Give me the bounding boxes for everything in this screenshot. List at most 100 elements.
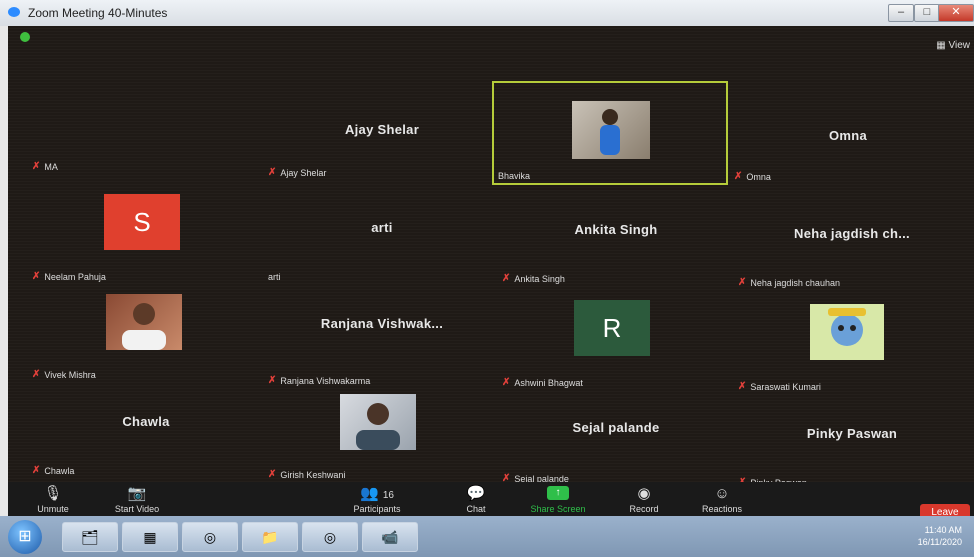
clock-time: 11:40 AM [924, 525, 962, 535]
taskbar-chrome-icon-2[interactable]: ◎ [302, 522, 358, 552]
participant-tile-arti[interactable]: arti arti [264, 186, 500, 290]
meeting-toolbar: 🎙 Unmute 📷 Start Video 👥 16 Participants… [8, 482, 974, 522]
muted-mic-icon: ✗ [734, 171, 743, 182]
participant-tile-ashwini[interactable]: R ✗ Ashwini Bhagwat [498, 290, 734, 394]
windows-taskbar: ⊞ 🗂 ▦ ◎ 📁 ◎ 📹 11:40 AM 16/11/2020 [0, 516, 974, 557]
share-screen-icon: ↑ [547, 486, 569, 500]
minimize-button[interactable]: – [888, 4, 914, 22]
participant-name-large: Ranjana Vishwak... [320, 316, 444, 331]
taskbar-excel-icon[interactable]: ▦ [122, 522, 178, 552]
taskbar-explorer-icon[interactable]: 🗂 [62, 522, 118, 552]
participant-footer: ✗ MA [32, 161, 58, 172]
muted-mic-icon: ✗ [738, 277, 747, 288]
participants-count: 16 [382, 490, 394, 501]
record-icon: ◉ [637, 485, 651, 502]
start-menu-icon[interactable]: ⊞ [8, 520, 42, 554]
window-titlebar: Zoom Meeting 40-Minutes – □ ✕ [0, 0, 974, 26]
participant-tile-pinky[interactable]: Pinky Paswan ✗Pinky Paswan [734, 386, 970, 490]
chat-icon: 💬 [466, 485, 486, 502]
chat-button[interactable]: 💬 Chat [458, 484, 494, 514]
participant-name-large: Pinky Paswan [806, 426, 898, 441]
muted-mic-icon: ✗ [268, 167, 277, 178]
encryption-shield-icon[interactable] [20, 32, 30, 42]
participant-footer: ✗ Neha jagdish chauhan [738, 277, 840, 288]
participant-tile-neelam[interactable]: S ✗ Neelam Pahuja [28, 186, 264, 290]
unmute-button[interactable]: 🎙 Unmute [26, 484, 80, 514]
participant-footer: arti [268, 272, 281, 282]
taskbar-zoom-icon[interactable]: 📹 [362, 522, 418, 552]
share-screen-button[interactable]: ↑ Share Screen [520, 484, 596, 514]
muted-mic-icon: ✗ [268, 375, 277, 386]
participant-name-large: Neha jagdish ch... [794, 226, 910, 241]
participant-name-large: Ajay Shelar [344, 122, 420, 137]
microphone-muted-icon: 🎙 [43, 485, 63, 502]
record-label: Record [629, 504, 659, 514]
participant-footer: Bhavika [498, 171, 531, 181]
participant-name-large: arti [371, 220, 393, 235]
participant-footer: ✗ Ranjana Vishwakarma [268, 375, 371, 386]
participants-button[interactable]: 👥 16 Participants [342, 484, 412, 514]
unmute-label: Unmute [37, 504, 69, 514]
participant-tile-girish[interactable]: ✗ Girish Keshwani [264, 386, 500, 490]
participant-tile-vivek[interactable]: ✗ Vivek Mishra [28, 290, 264, 394]
participant-tile-ma[interactable]: ✗ MA [28, 80, 264, 184]
start-video-button[interactable]: 📷 Start Video [102, 484, 172, 514]
participant-video-bhavika [572, 101, 650, 159]
participant-footer: ✗ Vivek Mishra [32, 369, 96, 380]
participant-name-large: Chawla [122, 414, 170, 429]
participant-avatar-r: R [574, 300, 650, 356]
muted-mic-icon: ✗ [32, 465, 41, 476]
share-screen-label: Share Screen [530, 504, 586, 514]
muted-mic-icon: ✗ [32, 271, 41, 282]
reactions-icon: ☺ [714, 485, 730, 502]
participant-name-large: Omna [828, 128, 868, 143]
participant-tile-neha[interactable]: Neha jagdish ch... ✗ Neha jagdish chauhan [734, 186, 970, 290]
clock-date: 16/11/2020 [917, 537, 962, 547]
participant-tile-omna[interactable]: Omna ✗ Omna [730, 80, 966, 184]
participant-footer: ✗ Omna [734, 171, 771, 182]
reactions-button[interactable]: ☺ Reactions [692, 484, 752, 514]
reactions-label: Reactions [701, 504, 743, 514]
muted-mic-icon: ✗ [32, 369, 41, 380]
person-silhouette-icon [600, 109, 620, 155]
participant-tile-ranjana[interactable]: Ranjana Vishwak... ✗ Ranjana Vishwakarma [264, 290, 500, 394]
participant-tile-bhavika[interactable]: Bhavika [492, 81, 728, 185]
participant-tile-ankita[interactable]: Ankita Singh ✗ Ankita Singh [498, 186, 734, 290]
close-button[interactable]: ✕ [938, 4, 974, 22]
taskbar-folder-icon[interactable]: 📁 [242, 522, 298, 552]
video-camera-off-icon: 📷 [127, 485, 147, 502]
chat-label: Chat [466, 504, 486, 514]
participants-icon: 👥 16 [360, 485, 394, 502]
participants-label: Participants [353, 504, 401, 514]
muted-mic-icon: ✗ [502, 273, 511, 284]
zoom-app-icon [8, 7, 20, 17]
taskbar-chrome-icon[interactable]: ◎ [182, 522, 238, 552]
person-silhouette-icon [122, 303, 166, 350]
participant-footer: ✗ Neelam Pahuja [32, 271, 106, 282]
maximize-button[interactable]: □ [914, 4, 940, 22]
participant-video-vivek [106, 294, 182, 350]
system-clock[interactable]: 11:40 AM 16/11/2020 [918, 524, 962, 548]
participant-footer: ✗ Ankita Singh [502, 273, 565, 284]
participant-name-large: Ankita Singh [574, 222, 658, 237]
muted-mic-icon: ✗ [32, 161, 41, 172]
meeting-gallery: ▦ View ✗ MA Ajay Shelar ✗ Ajay Shelar Bhav… [8, 26, 974, 488]
participant-video-saraswati [810, 304, 884, 360]
participant-name-large: Sejal palande [572, 420, 660, 435]
participant-footer: ✗ Chawla [32, 465, 75, 476]
participant-tile-chawla[interactable]: Chawla ✗ Chawla [28, 386, 264, 490]
participant-tile-sejal[interactable]: Sejal palande ✗ Sejal palande [498, 386, 734, 490]
participant-avatar-s: S [104, 194, 180, 250]
view-label: View [948, 40, 971, 51]
participant-tile-saraswati[interactable]: ✗ Saraswati Kumari [734, 290, 970, 394]
participant-footer: ✗ Ajay Shelar [268, 167, 327, 178]
participant-tile-ajay[interactable]: Ajay Shelar ✗ Ajay Shelar [264, 80, 500, 184]
window-title: Zoom Meeting 40-Minutes [28, 6, 168, 20]
record-button[interactable]: ◉ Record [622, 484, 666, 514]
view-button[interactable]: ▦ View [936, 40, 970, 51]
cartoon-avatar-icon [828, 308, 866, 346]
participant-footer: ✗ Girish Keshwani [268, 469, 346, 480]
start-video-label: Start Video [114, 504, 160, 514]
person-silhouette-icon [356, 403, 400, 450]
participant-video-girish [340, 394, 416, 450]
